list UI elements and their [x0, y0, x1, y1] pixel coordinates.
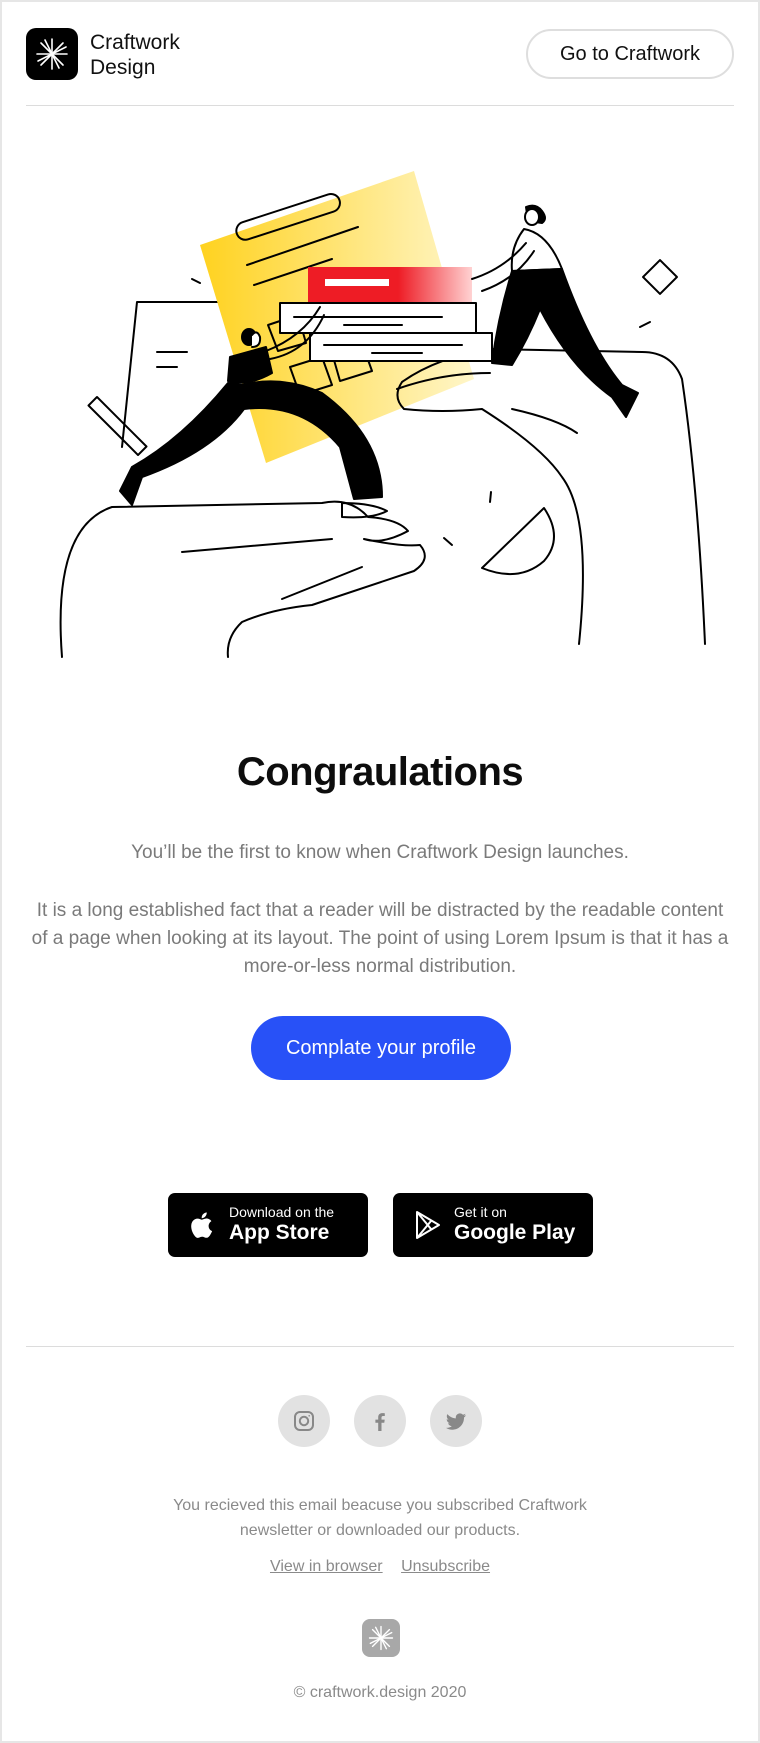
google-play-small-label: Get it on	[454, 1204, 507, 1220]
twitter-button[interactable]	[430, 1395, 482, 1447]
apple-icon	[191, 1212, 213, 1238]
lead-text: You’ll be the first to know when Craftwo…	[131, 842, 629, 863]
app-store-badge[interactable]: Download on the App Store	[168, 1193, 368, 1257]
app-store-label: App Store	[229, 1221, 330, 1244]
google-play-label: Google Play	[454, 1221, 576, 1244]
google-play-badge[interactable]: Get it on Google Play	[393, 1193, 593, 1257]
app-store-small-label: Download on the	[229, 1204, 335, 1220]
play-icon	[416, 1211, 440, 1239]
facebook-button[interactable]	[354, 1395, 406, 1447]
copyright-text: © craftwork.design 2020	[293, 1684, 467, 1701]
brand-name: Craftwork Design	[90, 31, 180, 79]
instagram-icon	[294, 1411, 314, 1431]
page-title: Congraulations	[236, 750, 524, 794]
view-in-browser-link[interactable]: View in browser	[270, 1558, 383, 1575]
hero-illustration	[59, 171, 706, 658]
unsubscribe-link[interactable]: Unsubscribe	[401, 1558, 490, 1575]
body-text: It is a long established fact that a rea…	[31, 900, 729, 977]
craftwork-logo-icon[interactable]	[26, 28, 78, 80]
twitter-icon	[446, 1413, 466, 1430]
subscription-notice: You recieved this email beacuse you subs…	[173, 1497, 587, 1539]
instagram-button[interactable]	[278, 1395, 330, 1447]
facebook-icon	[375, 1413, 385, 1431]
complete-profile-button[interactable]: Complate your profile	[251, 1016, 511, 1080]
email-page: Craftwork Design Go to Craftwork Congrau…	[0, 0, 760, 1743]
footer-logo-icon	[362, 1619, 400, 1657]
footer-divider	[26, 1346, 734, 1347]
footer-links: View in browser Unsubscribe	[2, 1558, 758, 1576]
go-to-craftwork-button[interactable]: Go to Craftwork	[526, 29, 734, 79]
email-header: Craftwork Design Go to Craftwork	[26, 26, 734, 106]
